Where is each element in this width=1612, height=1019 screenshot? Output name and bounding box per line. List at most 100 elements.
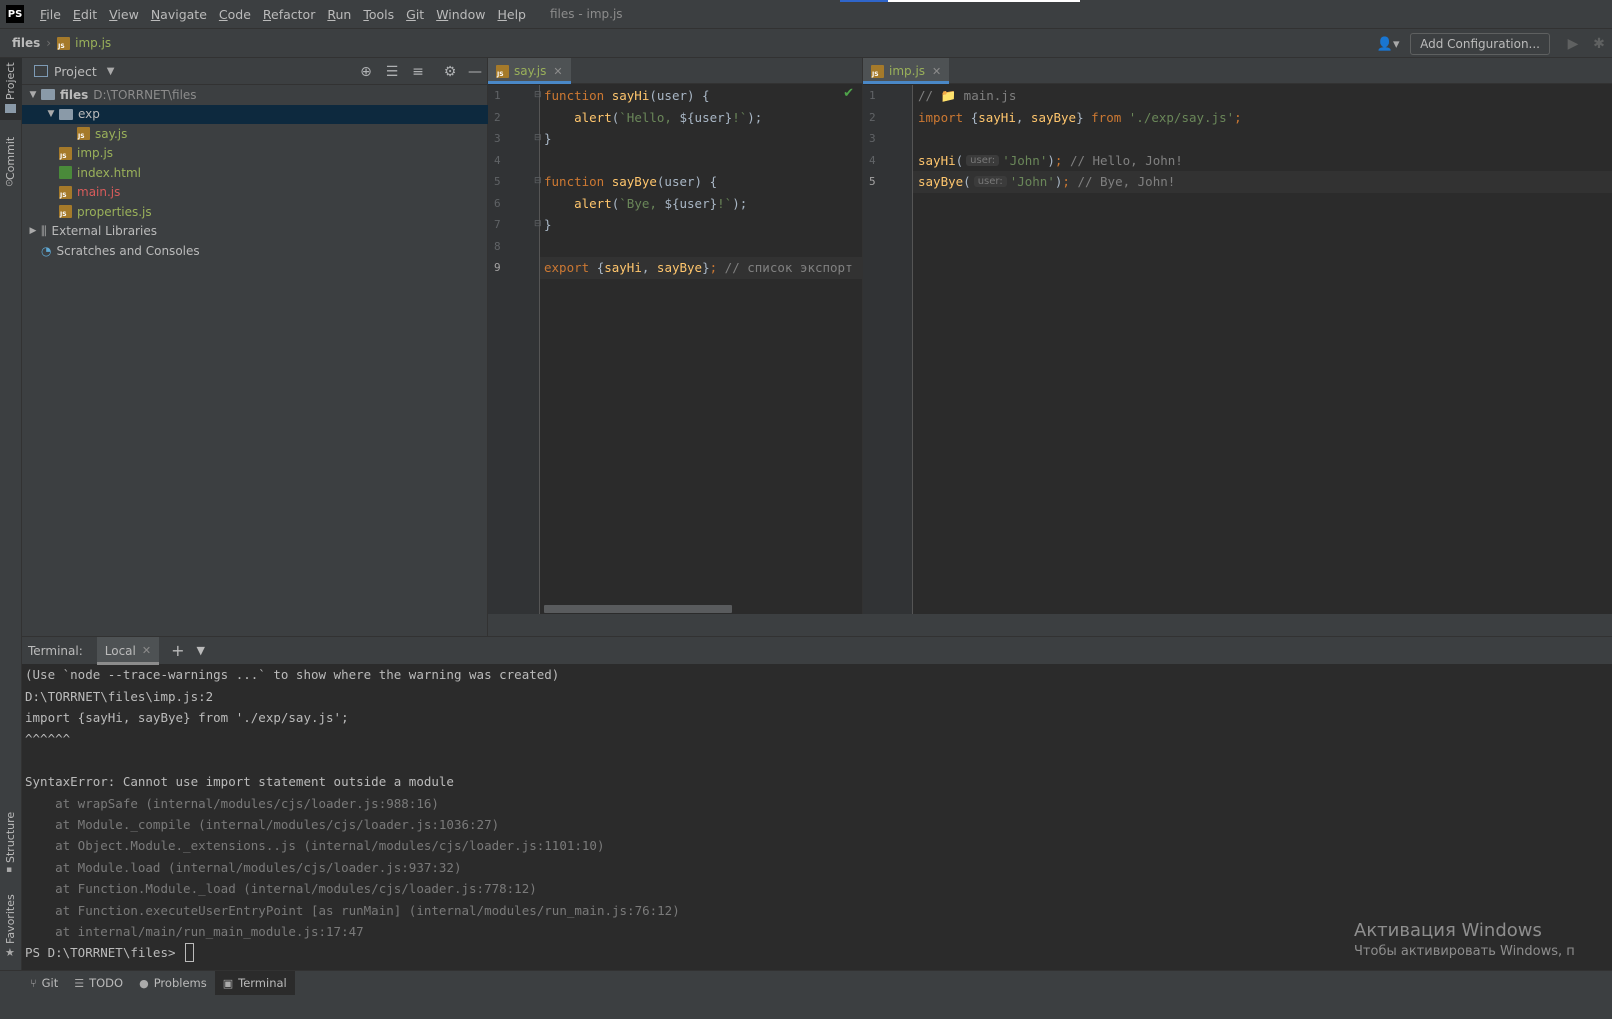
menu-git[interactable]: Git [400,7,430,22]
chevron-down-icon[interactable]: ▼ [197,644,205,657]
line-number: 5 [869,175,876,189]
project-title[interactable]: Project [54,64,97,79]
tool-tab-structure[interactable]: Structure ▪ [0,812,22,875]
user-icon[interactable]: 👤▾ [1376,34,1400,54]
tree-item-path: D:\TORRNET\files [93,87,197,102]
breadcrumb-file[interactable]: imp.js [75,36,111,50]
code-token: export [544,260,597,276]
line-number: 3 [869,132,876,146]
tool-tab-label: Git [41,976,59,990]
collapse-all-icon[interactable]: ≡ [408,62,428,82]
menu-window[interactable]: Window [430,7,491,22]
chevron-down-icon[interactable]: ▼ [46,109,56,119]
project-panel-header: Project ▼ ⊕ ☰ ≡ ⚙ — [22,58,487,85]
close-icon[interactable]: ✕ [932,65,941,78]
tree-item-label: index.html [77,165,141,180]
expand-all-icon[interactable]: ☰ [382,62,402,82]
top-accent-bar-blue [840,0,888,2]
scratch-icon: ◔ [41,243,52,258]
tree-item-external-libraries[interactable]: ▶ ⫼ External Libraries [22,222,488,242]
debug-icon[interactable]: ✱ [1586,33,1612,55]
navigation-bar: files › imp.js 👤▾ Add Configuration... ▶… [0,28,1612,58]
tool-tab-git[interactable]: ⑂ Git [22,971,66,996]
terminal-line: SyntaxError: Cannot use import statement… [25,774,454,790]
tool-tab-commit[interactable]: Commit ⊙ [0,128,22,190]
menu-mnemonic: E [72,6,81,22]
tool-tab-label: Terminal [238,976,287,990]
tree-item-label: properties.js [77,204,152,219]
tree-item-exp[interactable]: ▼ exp [22,104,488,124]
tree-item-main-js[interactable]: main.js [22,183,488,203]
tool-tab-terminal[interactable]: ▣ Terminal [214,970,295,996]
close-icon[interactable]: ✕ [553,65,562,78]
fold-icon[interactable]: ⊟ [534,90,542,100]
chevron-down-icon[interactable]: ▼ [107,66,115,77]
breadcrumb-separator-icon: › [46,36,52,50]
tree-item-files[interactable]: ▼ files D:\TORRNET\files [22,85,488,105]
code-token: alert [574,195,612,211]
menu-file[interactable]: File [34,7,67,22]
menu-navigate[interactable]: Navigate [145,7,213,22]
fold-icon[interactable]: ⊟ [534,133,542,143]
code-token: // 📁 main.js [918,87,1017,103]
terminal-tab-local[interactable]: Local ✕ [96,636,160,665]
code-token: } [544,131,552,147]
editor-tab-imp-js[interactable]: imp.js ✕ [863,58,950,84]
terminal-line: at wrapSafe (internal/modules/cjs/loader… [25,795,439,811]
project-panel: Project ▼ ⊕ ☰ ≡ ⚙ — ▼ files D:\TORRNET\fil… [22,58,488,636]
add-icon[interactable]: + [171,641,184,660]
editor-tab-strip: imp.js ✕ [863,58,1612,84]
tool-tab-todo[interactable]: ☰ TODO [66,971,131,996]
menu-help[interactable]: Help [491,7,532,22]
editor-tab-say-js[interactable]: say.js ✕ [488,58,571,84]
code-token: ); [732,195,748,211]
code-token: ( [955,152,964,168]
line-number: 1 [869,89,876,103]
menu-run[interactable]: Run [321,7,357,22]
code-line: } [544,128,552,150]
code-line: import {sayHi, sayBye} from './exp/say.j… [918,107,1242,129]
menu-refactor[interactable]: Refactor [257,7,321,22]
chevron-right-icon[interactable]: ▶ [28,226,38,236]
tree-item-scratches-and-consoles[interactable]: ◔ Scratches and Consoles [22,241,488,261]
locate-icon[interactable]: ⊕ [356,62,376,82]
line-number: 2 [869,110,876,124]
menu-code[interactable]: Code [213,7,257,22]
tree-item-imp-js[interactable]: imp.js [22,144,488,164]
code-token: // список экспорт [724,260,853,276]
close-icon[interactable]: ✕ [142,644,151,657]
status-bar [0,995,1612,1019]
chevron-down-icon[interactable]: ▼ [28,90,38,100]
run-icon[interactable]: ▶ [1560,33,1586,55]
gear-icon[interactable]: ⚙ [440,62,460,82]
tree-item-say-js[interactable]: say.js [22,124,488,144]
minimize-icon[interactable]: — [465,62,485,82]
parameter-hint: user: [973,176,1007,188]
tool-tab-problems[interactable]: ● Problems [131,971,215,996]
code-line: alert(`Hello, ${user} !`); [544,107,762,129]
code-token: sayBye [1030,109,1077,125]
menu-edit[interactable]: Edit [67,7,103,22]
terminal-icon: ▣ [222,976,234,990]
breadcrumb-root[interactable]: files [12,36,40,50]
fold-icon[interactable]: ⊟ [534,176,542,186]
tree-item-properties-js[interactable]: properties.js [22,202,488,222]
code-token: function [544,88,612,104]
tool-tab-favorites[interactable]: Favorites ★ [0,894,22,959]
terminal-prompt[interactable]: PS D:\TORRNET\files> [25,942,195,964]
tool-tab-project[interactable]: Project [0,58,22,120]
window-title: files - imp.js [550,7,623,21]
menu-mnemonic: C [218,6,228,22]
fold-icon[interactable]: ⊟ [534,219,542,229]
horizontal-scrollbar[interactable] [544,605,732,613]
tree-item-index-html[interactable]: index.html [22,163,488,183]
code-token: './exp/say.js' [1128,109,1235,125]
line-number: 8 [494,239,501,253]
editor-tab-strip: say.js ✕ [488,58,862,84]
menu-tools[interactable]: Tools [357,7,400,22]
tool-tab-label: TODO [89,976,124,990]
terminal-line: at Function.Module._load (internal/modul… [25,881,537,897]
add-configuration-button[interactable]: Add Configuration... [1410,33,1550,55]
menu-view[interactable]: View [103,7,145,22]
